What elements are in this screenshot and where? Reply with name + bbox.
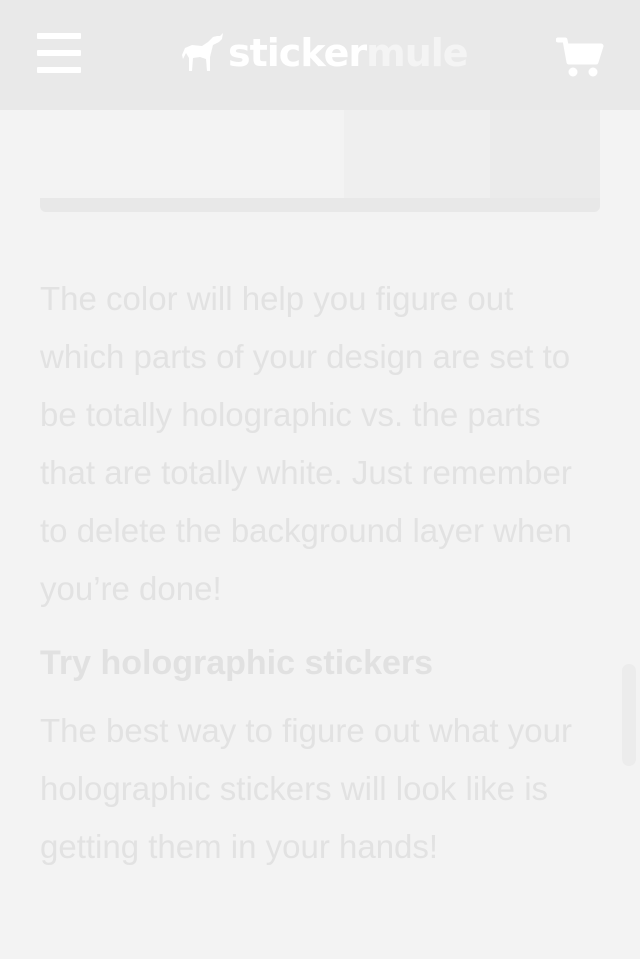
menu-bar-top <box>37 33 81 39</box>
top-header: stickermule <box>0 0 640 110</box>
mule-logo-icon <box>182 33 223 71</box>
image-bottom-strip <box>40 198 600 212</box>
image-panel-left <box>40 104 344 198</box>
article-paragraph: The color will help you figure out which… <box>40 280 573 607</box>
menu-bar-middle <box>37 50 81 56</box>
image-panel-right <box>490 104 600 198</box>
image-panel-middle <box>344 104 490 198</box>
scrollbar-thumb[interactable] <box>622 664 636 766</box>
hamburger-menu-icon[interactable] <box>37 33 81 73</box>
stickermule-logo[interactable]: stickermule <box>180 30 469 76</box>
logo-wordmark: stickermule <box>228 30 469 76</box>
article-body: The color will help you figure out which… <box>40 270 600 876</box>
menu-bar-bottom <box>37 67 81 73</box>
logo-word-mule: mule <box>366 31 468 75</box>
logo-word-sticker: sticker <box>228 31 367 75</box>
section-heading: Try holographic stickers <box>40 644 434 682</box>
article-image <box>40 104 600 212</box>
article-paragraph: The best way to figure out what your hol… <box>40 712 572 865</box>
shopping-cart-icon[interactable] <box>556 36 604 78</box>
